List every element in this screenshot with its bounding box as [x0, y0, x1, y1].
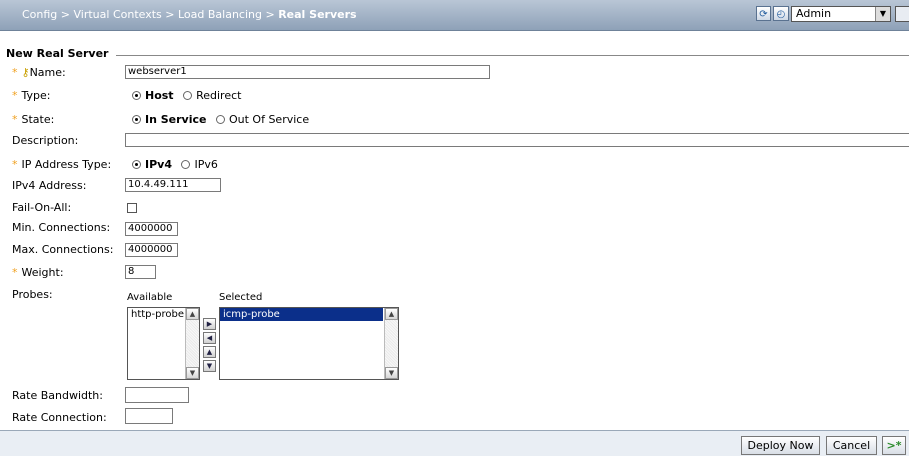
title-bar: Config > Virtual Contexts > Load Balanci…	[0, 0, 909, 31]
scroll-down-icon[interactable]: ▼	[186, 367, 199, 379]
breadcrumb-path: Config > Virtual Contexts > Load Balanci…	[22, 8, 279, 21]
type-label: * Type:	[12, 89, 51, 102]
weight-input[interactable]: 8	[125, 265, 156, 279]
cancel-button[interactable]: Cancel	[826, 436, 877, 455]
ipv4-label: IPv4 Address:	[12, 179, 87, 192]
context-select-value: Admin	[796, 7, 832, 20]
move-left-icon[interactable]: ◀	[203, 332, 216, 344]
state-label: * State:	[12, 113, 55, 126]
available-label: Available	[127, 292, 173, 303]
state-radio-group: In Service Out Of Service	[132, 113, 309, 126]
type-redirect-radio[interactable]	[183, 91, 193, 100]
rate-bandwidth-label: Rate Bandwidth:	[12, 389, 103, 402]
type-host-radio[interactable]	[132, 91, 141, 100]
ip-type-ipv6-label: IPv6	[194, 158, 218, 171]
state-out-of-service-radio[interactable]	[215, 115, 225, 124]
required-icon: *	[12, 89, 18, 102]
move-up-icon[interactable]: ▲	[203, 346, 216, 358]
breadcrumb: Config > Virtual Contexts > Load Balanci…	[22, 8, 357, 21]
ip-type-label: * IP Address Type:	[12, 158, 112, 171]
weight-label: * Weight:	[12, 266, 64, 279]
max-connections-input[interactable]: 4000000	[125, 243, 178, 257]
type-redirect-label: Redirect	[196, 89, 242, 102]
ip-type-ipv4-label: IPv4	[145, 158, 172, 171]
available-probes-list[interactable]: http-probe ▲ ▼	[127, 307, 200, 380]
probes-label: Probes:	[12, 288, 53, 301]
required-icon: *	[12, 66, 18, 79]
min-connections-input[interactable]: 4000000	[125, 222, 178, 236]
state-in-service-label: In Service	[145, 113, 207, 126]
breadcrumb-current: Real Servers	[278, 8, 357, 21]
refresh-icon[interactable]: ⟳	[756, 6, 771, 21]
scroll-down-icon[interactable]: ▼	[385, 367, 398, 379]
name-input[interactable]: webserver1	[125, 65, 490, 79]
tool-icon[interactable]	[895, 6, 909, 22]
type-radio-group: Host Redirect	[132, 89, 241, 102]
min-connections-label: Min. Connections:	[12, 221, 111, 234]
ip-type-radio-group: IPv4 IPv6	[132, 158, 218, 171]
description-label: Description:	[12, 134, 79, 147]
key-icon: ⚷	[21, 66, 30, 79]
name-label: * ⚷Name:	[12, 66, 66, 79]
rate-bandwidth-input[interactable]	[125, 387, 189, 403]
scrollbar[interactable]: ▲ ▼	[185, 308, 199, 379]
chevron-down-icon[interactable]: ▼	[875, 7, 890, 21]
list-item[interactable]: icmp-probe	[220, 308, 383, 321]
rate-connection-input[interactable]	[125, 408, 173, 424]
move-down-icon[interactable]: ▼	[203, 360, 216, 372]
deploy-now-button[interactable]: Deploy Now	[741, 436, 820, 455]
section-title: New Real Server	[6, 47, 109, 60]
ipv4-input[interactable]: 10.4.49.111	[125, 178, 221, 192]
scroll-up-icon[interactable]: ▲	[385, 308, 398, 320]
clock-dropdown-icon[interactable]: ◴	[773, 6, 789, 21]
move-right-icon[interactable]: ▶	[203, 318, 216, 330]
state-out-of-service-label: Out Of Service	[228, 113, 310, 126]
scrollbar[interactable]: ▲ ▼	[384, 308, 398, 379]
ip-type-ipv4-radio[interactable]	[132, 160, 141, 169]
required-icon: *	[12, 158, 18, 171]
ip-type-ipv6-radio[interactable]	[181, 160, 191, 169]
selected-label: Selected	[219, 292, 263, 303]
max-connections-label: Max. Connections:	[12, 243, 114, 256]
section-divider	[116, 55, 909, 56]
fail-on-all-label: Fail-On-All:	[12, 201, 72, 214]
required-icon: *	[12, 113, 18, 126]
context-select[interactable]: Admin ▼	[791, 6, 891, 22]
description-input[interactable]	[125, 133, 909, 147]
required-icon: *	[12, 266, 18, 279]
state-in-service-radio[interactable]	[132, 115, 141, 124]
next-button[interactable]: >*	[882, 436, 906, 455]
scroll-up-icon[interactable]: ▲	[186, 308, 199, 320]
rate-connection-label: Rate Connection:	[12, 411, 107, 424]
selected-probes-list[interactable]: icmp-probe ▲ ▼	[219, 307, 399, 380]
type-host-label: Host	[145, 89, 174, 102]
fail-on-all-checkbox[interactable]	[127, 203, 137, 213]
